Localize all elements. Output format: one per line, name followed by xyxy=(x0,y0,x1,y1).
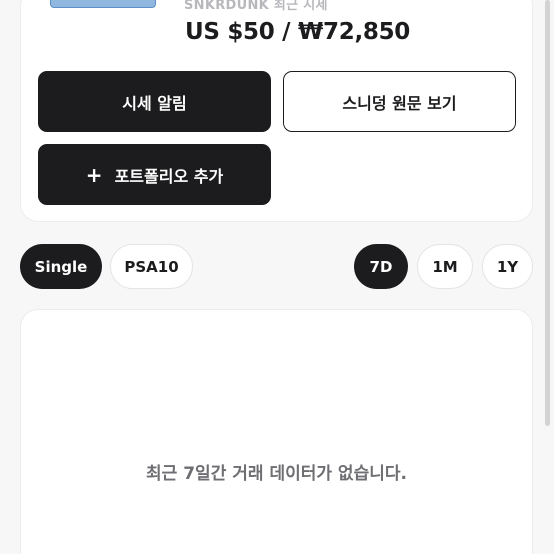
filter-single-chip[interactable]: Single xyxy=(20,244,102,289)
period-1m-chip[interactable]: 1M xyxy=(417,244,473,289)
price-source-label: SNKRDUNK 최근 시세 xyxy=(184,0,328,13)
add-portfolio-button[interactable]: + 포트폴리오 추가 xyxy=(38,144,271,205)
plus-icon: + xyxy=(85,162,103,187)
add-portfolio-label: 포트폴리오 추가 xyxy=(114,166,224,186)
product-thumbnail xyxy=(50,0,156,8)
period-1y-chip[interactable]: 1Y xyxy=(482,244,533,289)
period-1m-label: 1M xyxy=(432,257,458,276)
view-original-button[interactable]: 스니덩 원문 보기 xyxy=(283,71,516,132)
period-1y-label: 1Y xyxy=(496,257,519,276)
filter-psa10-label: PSA10 xyxy=(124,257,179,276)
empty-data-message: 최근 7일간 거래 데이터가 없습니다. xyxy=(146,464,407,484)
view-original-label: 스니덩 원문 보기 xyxy=(342,93,457,113)
price-alert-label: 시세 알림 xyxy=(122,93,187,113)
period-7d-label: 7D xyxy=(369,257,393,276)
price-alert-button[interactable]: 시세 알림 xyxy=(38,71,271,132)
price-text: US $50 / ₩72,850 xyxy=(185,19,410,45)
filter-psa10-chip[interactable]: PSA10 xyxy=(110,244,193,289)
filter-single-label: Single xyxy=(34,257,88,276)
page-scrollbar[interactable] xyxy=(545,0,550,426)
price-chart-card: 최근 7일간 거래 데이터가 없습니다. xyxy=(20,309,533,554)
period-7d-chip[interactable]: 7D xyxy=(354,244,408,289)
